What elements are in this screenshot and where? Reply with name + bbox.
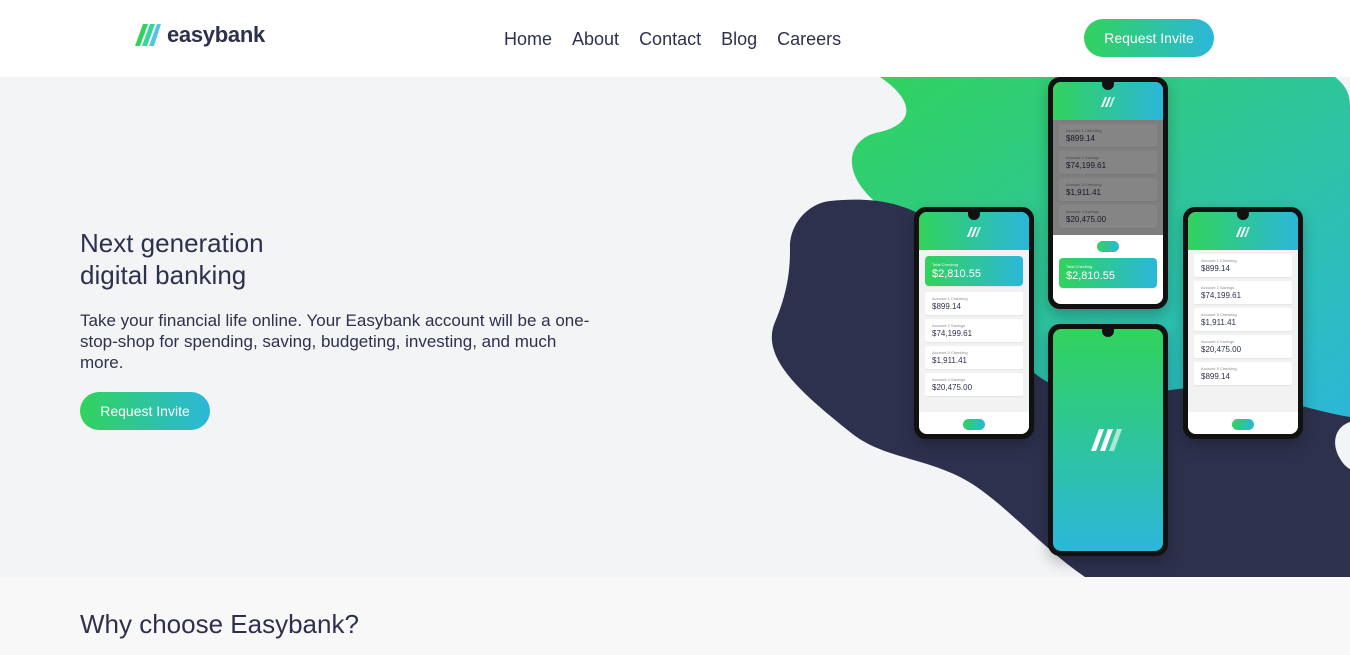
- phone-right: Account 1 Checking $899.14 Account 2 Savi…: [1183, 207, 1303, 439]
- logo-mark-icon: [135, 24, 161, 46]
- app-logo-icon: [967, 227, 981, 237]
- total-card: Total Checking $2,810.55: [925, 256, 1023, 286]
- header-request-invite-button[interactable]: Request Invite: [1084, 19, 1214, 57]
- logo[interactable]: easybank: [135, 22, 265, 47]
- account-card: Account 4 Savings $20,475.00: [1194, 335, 1292, 358]
- hero-description: Take your financial life online. Your Ea…: [80, 311, 590, 372]
- account-card: Account 2 Savings $74,199.61: [925, 319, 1023, 342]
- hero-title-line-1: Next generation: [80, 228, 264, 258]
- account-card: Account 1 Checking $899.14: [925, 292, 1023, 315]
- close-sheet-icon: [1097, 241, 1119, 252]
- main-nav: Home About Contact Blog Careers: [494, 27, 851, 51]
- why-section: Why choose Easybank?: [0, 577, 1350, 655]
- hero-section: Next generation digital banking Take you…: [0, 77, 1350, 577]
- why-title: Why choose Easybank?: [80, 609, 359, 639]
- account-card: Account 1 Checking $899.14: [1194, 254, 1292, 277]
- app-logo-icon: [1236, 227, 1250, 237]
- phone-bottom-screen: [1053, 329, 1163, 551]
- logo-text: easybank: [167, 22, 265, 47]
- splash-logo-icon: [1091, 429, 1122, 451]
- nav-link-careers[interactable]: Careers: [767, 27, 851, 51]
- account-card: Account 3 Checking $1,911.41: [925, 346, 1023, 369]
- bottom-sheet: Total Checking $2,810.55: [1053, 235, 1163, 304]
- nav-link-about[interactable]: About: [562, 27, 629, 51]
- hero-request-invite-button[interactable]: Request Invite: [80, 392, 210, 430]
- add-icon: [963, 419, 985, 430]
- nav-link-home[interactable]: Home: [494, 27, 562, 51]
- account-card: Account 3 Checking $1,911.41: [1194, 308, 1292, 331]
- account-card: Account 4 Savings $20,475.00: [925, 373, 1023, 396]
- phone-left-screen: Total Checking $2,810.55 Account 1 Checki…: [919, 212, 1029, 434]
- modal-overlay: [1053, 120, 1163, 235]
- total-card: Total Checking $2,810.55: [1059, 258, 1157, 288]
- nav-link-contact[interactable]: Contact: [629, 27, 711, 51]
- account-card: Account 5 Checking $899.14: [1194, 362, 1292, 385]
- nav-link-blog[interactable]: Blog: [711, 27, 767, 51]
- phone-right-screen: Account 1 Checking $899.14 Account 2 Savi…: [1188, 212, 1298, 434]
- phone-left: Total Checking $2,810.55 Account 1 Checki…: [914, 207, 1034, 439]
- site-header: easybank Home About Contact Blog Careers…: [0, 0, 1350, 77]
- phone-notch: [1102, 329, 1114, 337]
- account-card: Account 2 Savings $74,199.61: [1194, 281, 1292, 304]
- hero-title: Next generation digital banking: [80, 227, 420, 291]
- app-logo-icon: [1101, 97, 1115, 107]
- phone-bottom: [1048, 324, 1168, 556]
- phone-top-screen: Account 1 Checking $899.14 Account 2 Savi…: [1053, 82, 1163, 304]
- phone-top: Account 1 Checking $899.14 Account 2 Savi…: [1048, 77, 1168, 309]
- hero-title-line-2: digital banking: [80, 260, 247, 290]
- add-icon: [1232, 419, 1254, 430]
